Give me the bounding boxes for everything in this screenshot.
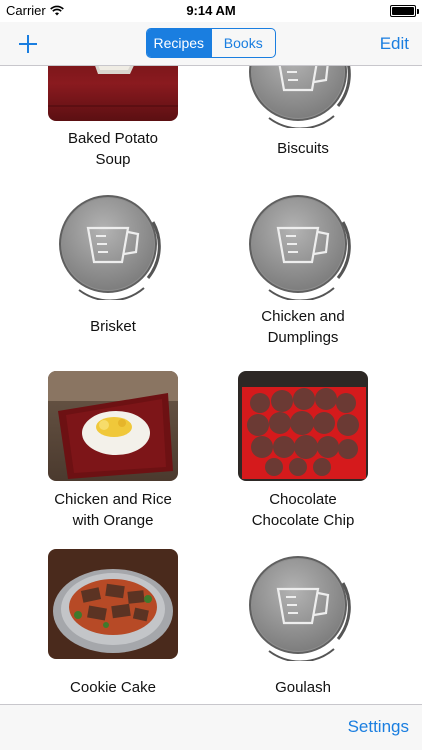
recipe-photo — [238, 371, 368, 481]
recipe-name: Biscuits — [277, 140, 329, 157]
segment-books[interactable]: Books — [210, 29, 276, 57]
recipes-books-segmented-control: Recipes Books — [146, 28, 276, 58]
recipe-name: Brisket — [90, 318, 136, 335]
recipe-name: Chicken and Rice with Orange — [54, 491, 172, 529]
add-recipe-button[interactable] — [12, 28, 44, 60]
recipe-photo — [48, 549, 178, 659]
bottom-toolbar: Settings — [0, 704, 422, 750]
recipe-name: Chicken and Dumplings — [261, 308, 345, 346]
settings-button[interactable]: Settings — [348, 717, 409, 737]
status-time: 9:14 AM — [186, 3, 236, 18]
measuring-cup-icon — [244, 66, 356, 128]
measuring-cup-icon — [244, 188, 356, 300]
recipe-name: Cookie Cake — [70, 679, 156, 696]
measuring-cup-icon — [54, 188, 166, 300]
navigation-bar: Recipes Books Edit — [0, 22, 422, 66]
recipe-grid: Baked Potato Soup Biscuits Brisket Chick… — [0, 66, 422, 704]
recipe-photo — [48, 371, 178, 481]
recipe-name: Baked Potato Soup — [67, 130, 159, 168]
battery-icon — [390, 5, 419, 17]
recipe-name: Chocolate Chocolate Chip — [251, 491, 355, 529]
recipe-photo — [48, 66, 178, 121]
measuring-cup-icon — [244, 549, 356, 661]
segment-recipes[interactable]: Recipes — [147, 29, 211, 57]
status-bar: Carrier 9:14 AM — [0, 0, 422, 22]
recipe-name: Goulash — [275, 679, 331, 696]
edit-button[interactable]: Edit — [380, 34, 409, 54]
